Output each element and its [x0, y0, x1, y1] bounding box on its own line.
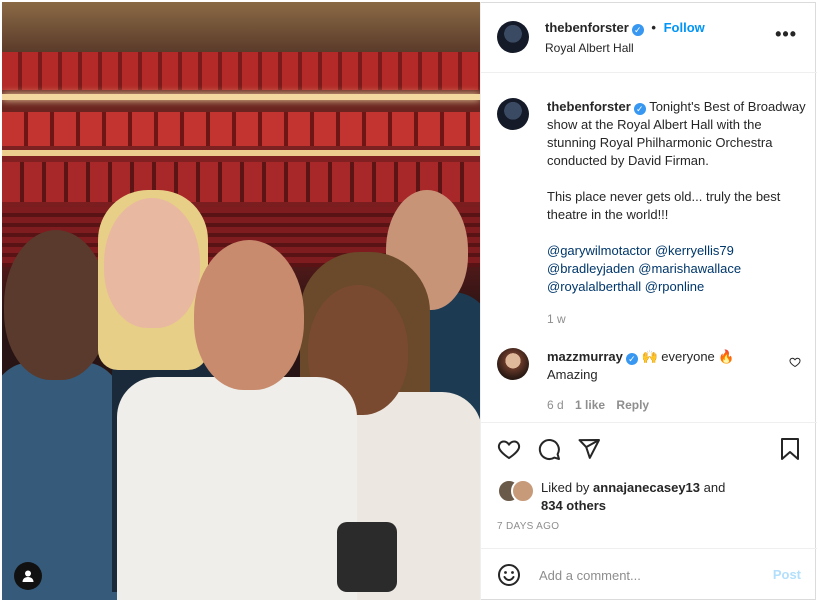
location-link[interactable]: Royal Albert Hall [545, 41, 634, 55]
emoji-icon[interactable] [497, 563, 521, 590]
post-header: thebenforster ✓ • Follow Royal Albert Hal… [481, 2, 817, 73]
mention-link[interactable]: @rponline [645, 279, 704, 294]
caption-username[interactable]: thebenforster [547, 99, 631, 114]
likes-summary: Liked by annajanecasey13 and 834 others [541, 479, 818, 515]
bookmark-icon[interactable] [779, 437, 801, 464]
comment-icon[interactable] [537, 437, 561, 464]
follow-button[interactable]: Follow [664, 20, 705, 35]
caption-text-2: This place never gets old... truly the b… [547, 189, 781, 222]
caption-avatar[interactable] [497, 98, 529, 130]
post-button[interactable]: Post [773, 567, 801, 582]
comment-input[interactable] [537, 563, 761, 587]
person-3-head [194, 240, 304, 390]
author-username[interactable]: thebenforster [545, 20, 629, 35]
comment-likes[interactable]: 1 like [575, 398, 605, 412]
commenter-avatar[interactable] [497, 348, 529, 380]
theatre-lights [2, 150, 480, 156]
caption: thebenforster ✓ Tonight's Best of Broadwa… [547, 98, 807, 328]
person-3-body [117, 377, 357, 600]
comment-meta: 6 d 1 like Reply [547, 396, 777, 414]
likes-prefix: Liked by [541, 480, 590, 495]
likes-others[interactable]: 834 others [541, 497, 818, 515]
likes-and: and [703, 480, 726, 495]
add-comment-bar: Post [481, 548, 817, 601]
mention-link[interactable]: @bradleyjaden [547, 261, 635, 276]
caption-mentions: @garywilmotactor @kerryellis79 @bradleyj… [547, 242, 807, 296]
theatre-lights [2, 94, 480, 100]
glass-trophy [337, 522, 397, 592]
verified-icon: ✓ [631, 24, 644, 36]
more-icon[interactable]: ••• [775, 24, 797, 45]
comment-text: 🙌 everyone 🔥 [641, 349, 735, 364]
post-photo[interactable] [2, 2, 480, 600]
header-line: thebenforster ✓ • Follow [545, 20, 705, 36]
comment-text-2: Amazing [547, 367, 598, 382]
mention-link[interactable]: @marishawallace [638, 261, 741, 276]
comment-item: mazzmurray ✓ 🙌 everyone 🔥 Amazing 6 d 1 l… [547, 348, 777, 414]
share-icon[interactable] [577, 437, 601, 464]
verified-icon: ✓ [625, 353, 638, 365]
caption-age: 1 w [547, 312, 566, 326]
verified-icon: ✓ [633, 103, 646, 115]
mention-link[interactable]: @kerryellis79 [655, 243, 734, 258]
comment-age: 6 d [547, 398, 564, 412]
theatre-tier [2, 112, 480, 146]
theatre-tier [2, 52, 480, 90]
person-2-head [104, 198, 200, 328]
likers-avatars[interactable] [497, 479, 537, 503]
reply-button[interactable]: Reply [616, 398, 649, 412]
author-avatar[interactable] [497, 21, 529, 53]
person-1-head [4, 230, 108, 380]
post-actions: Liked by annajanecasey13 and 834 others … [481, 422, 817, 549]
mention-link[interactable]: @garywilmotactor [547, 243, 651, 258]
heart-icon[interactable] [497, 437, 521, 464]
comments-area: thebenforster ✓ Tonight's Best of Broadwa… [481, 74, 817, 422]
separator: • [651, 20, 656, 35]
user-tag-icon[interactable] [14, 562, 42, 590]
post-sidebar: thebenforster ✓ • Follow Royal Albert Hal… [480, 2, 817, 600]
liker-username[interactable]: annajanecasey13 [593, 480, 700, 495]
commenter-username[interactable]: mazzmurray [547, 349, 623, 364]
comment-like-icon[interactable] [789, 356, 801, 371]
theatre-ceiling [2, 2, 480, 52]
liker-avatar [511, 479, 535, 503]
post-timestamp[interactable]: 7 DAYS AGO [497, 521, 559, 532]
mention-link[interactable]: @royalalberthall [547, 279, 641, 294]
